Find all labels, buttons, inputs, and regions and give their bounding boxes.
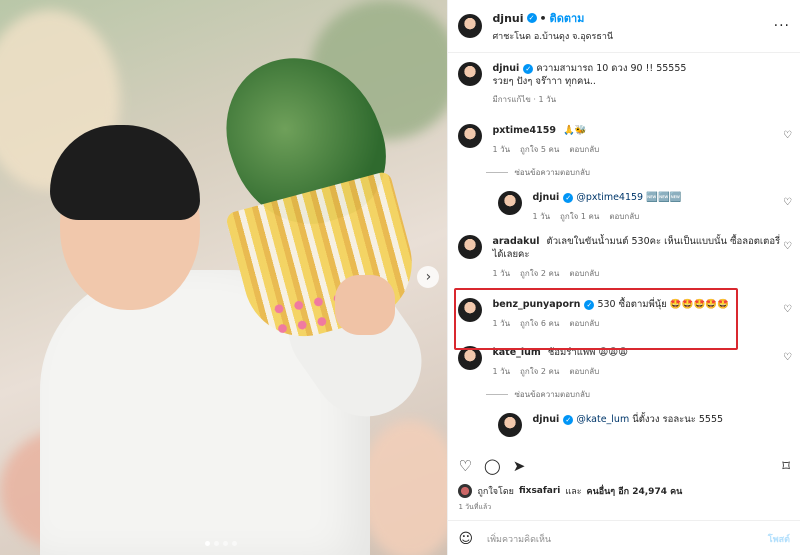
avatar[interactable] [458, 62, 483, 86]
comment-username[interactable]: pxtime4159 [492, 125, 556, 136]
comment-text: 🙏🐝 [562, 125, 587, 136]
comment-likes[interactable]: ถูกใจ 1 คน [560, 210, 599, 223]
hide-replies-toggle[interactable]: ซ่อนข้อความตอบกลับ [486, 388, 800, 401]
comment-likes[interactable]: ถูกใจ 2 คน [520, 267, 559, 280]
reply-button[interactable]: ตอบกลับ [569, 267, 599, 280]
comment-username[interactable]: djnui [532, 414, 559, 425]
likes-prefix: ถูกใจโดย [477, 487, 514, 497]
heart-outline-icon[interactable]: ♡ [783, 304, 792, 315]
likes-summary: ถูกใจโดย fixsafari และ คนอื่นๆ อีก 24,97… [458, 484, 790, 498]
avatar[interactable] [458, 346, 483, 370]
reply-button[interactable]: ตอบกลับ [569, 365, 599, 378]
comment-username[interactable]: benz_punyaporn [492, 299, 580, 310]
avatar[interactable] [498, 413, 523, 437]
verified-icon: ✓ [563, 193, 574, 203]
mention-link[interactable]: @pxtime4159 [576, 192, 643, 203]
heart-outline-icon[interactable]: ♡ [783, 241, 792, 252]
carousel-dot [205, 541, 210, 546]
emoji-icon[interactable]: ☺ [458, 531, 473, 547]
comment-item: benz_punyaporn ✓ 530 ซื้อตามพี่นุ้ย 🤩🤩🤩🤩🤩… [448, 298, 800, 330]
person-hand [335, 275, 395, 335]
post-side-panel: djnui ✓ • ติดตาม ศาชะโนด อ.บ้านดุง จ.อุด… [447, 0, 800, 555]
reply-button[interactable]: ตอบกลับ [569, 143, 599, 156]
location[interactable]: ศาชะโนด อ.บ้านดุง จ.อุดรธานี [492, 29, 773, 43]
comment-text: ช้อมรำแพพ 😩😩😩 [547, 347, 629, 358]
carousel-dot [232, 541, 237, 546]
comment-likes[interactable]: ถูกใจ 5 คน [520, 143, 559, 156]
comment-likes[interactable]: ถูกใจ 6 คน [520, 317, 559, 330]
verified-icon: ✓ [563, 415, 574, 425]
comment-username[interactable]: kate_lum [492, 347, 540, 358]
comment-input[interactable]: เพิ่มความคิดเห็น [487, 532, 768, 546]
more-horizontal-icon[interactable]: ··· [774, 18, 790, 34]
avatar[interactable] [498, 191, 523, 215]
avatar[interactable] [458, 124, 483, 148]
divider [486, 172, 509, 173]
comment-age: 1 วัน [492, 145, 511, 154]
caption-meta: มีการแก้ไข · 1 วัน [492, 95, 557, 104]
hide-replies-label: ซ่อนข้อความตอบกลับ [514, 168, 590, 177]
reply-item: djnui ✓ @kate_lum นี่ตั้งวง รอละนะ 5555 [488, 413, 800, 437]
heart-outline-icon[interactable]: ♡ [783, 130, 792, 141]
carousel-dot [214, 541, 219, 546]
post-button[interactable]: โพสต์ [768, 532, 790, 546]
comment-icon[interactable]: ◯ [484, 457, 501, 475]
likes-middle: และ [565, 487, 582, 497]
post-timestamp[interactable]: 1 วันที่แล้ว [458, 502, 491, 513]
avatar[interactable] [458, 298, 483, 322]
avatar[interactable] [458, 235, 483, 259]
comment-likes[interactable]: ถูกใจ 2 คน [520, 365, 559, 378]
hide-replies-label: ซ่อนข้อความตอบกลับ [514, 390, 590, 399]
comment-age: 1 วัน [492, 269, 511, 278]
share-icon[interactable]: ➤ [513, 457, 526, 475]
reply-item: djnui ✓ @pxtime4159 🆕🆕🆕 1 วัน ถูกใจ 1 คน … [488, 191, 800, 223]
comment-age: 1 วัน [492, 319, 511, 328]
carousel-dot [223, 541, 228, 546]
separator: • [539, 11, 547, 25]
heart-outline-icon[interactable]: ♡ [783, 197, 792, 208]
follow-button[interactable]: ติดตาม [550, 9, 585, 27]
heart-outline-icon[interactable]: ♡ [783, 352, 792, 363]
comment-username[interactable]: aradakul [492, 236, 539, 247]
caption-text: รวยๆ ปังๆ จร๊าาา ทุกคน.. [492, 76, 596, 87]
caption-text: ความสามารถ 10 ดวง 90 !! 55555 [536, 63, 687, 74]
comment-item: kate_lum ช้อมรำแพพ 😩😩😩 1 วัน ถูกใจ 2 คน … [448, 346, 800, 378]
verified-icon: ✓ [584, 300, 595, 310]
bookmark-icon[interactable]: ⌑ [782, 457, 790, 475]
comment-text: 530 ซื้อตามพี่นุ้ย 🤩🤩🤩🤩🤩 [597, 299, 730, 310]
comment-age: 1 วัน [532, 212, 551, 221]
post-actions: ♡ ◯ ➤ ⌑ [448, 455, 800, 477]
post-header: djnui ✓ • ติดตาม ศาชะโนด อ.บ้านดุง จ.อุด… [448, 0, 800, 53]
header-username[interactable]: djnui [492, 12, 523, 25]
heart-outline-icon[interactable]: ♡ [458, 457, 471, 475]
add-comment-bar: ☺ เพิ่มความคิดเห็น โพสต์ [448, 520, 800, 556]
comment-age: 1 วัน [492, 367, 511, 376]
chevron-right-icon[interactable]: › [417, 266, 440, 288]
likes-others[interactable]: คนอื่นๆ อีก 24,974 คน [587, 484, 683, 498]
caption-username[interactable]: djnui [492, 63, 519, 74]
carousel-dots [205, 541, 237, 546]
avatar[interactable] [458, 484, 473, 498]
reply-button[interactable]: ตอบกลับ [569, 317, 599, 330]
comment-text: 🆕🆕🆕 [646, 192, 682, 203]
comments-list: djnui ✓ ความสามารถ 10 ดวง 90 !! 55555 รวย… [448, 58, 800, 446]
hide-replies-toggle[interactable]: ซ่อนข้อความตอบกลับ [486, 166, 800, 179]
liker-username[interactable]: fixsafari [519, 486, 560, 496]
verified-icon: ✓ [526, 13, 537, 23]
comment-text: นี่ตั้งวง รอละนะ 5555 [632, 414, 724, 425]
verified-icon: ✓ [523, 64, 534, 74]
comment-item: aradakul ตัวเลขในขันน้ำมนต์ 530คะ เห็นเป… [448, 235, 800, 280]
comment-username[interactable]: djnui [532, 192, 559, 203]
post-photo: › [0, 0, 448, 555]
divider [486, 394, 509, 395]
avatar[interactable] [458, 14, 483, 38]
background-blob [360, 420, 448, 555]
reply-button[interactable]: ตอบกลับ [609, 210, 639, 223]
caption: djnui ✓ ความสามารถ 10 ดวง 90 !! 55555 รวย… [448, 62, 800, 106]
mention-link[interactable]: @kate_lum [576, 414, 629, 425]
comment-item: pxtime4159 🙏🐝 1 วัน ถูกใจ 5 คน ตอบกลับ ♡ [448, 124, 800, 156]
